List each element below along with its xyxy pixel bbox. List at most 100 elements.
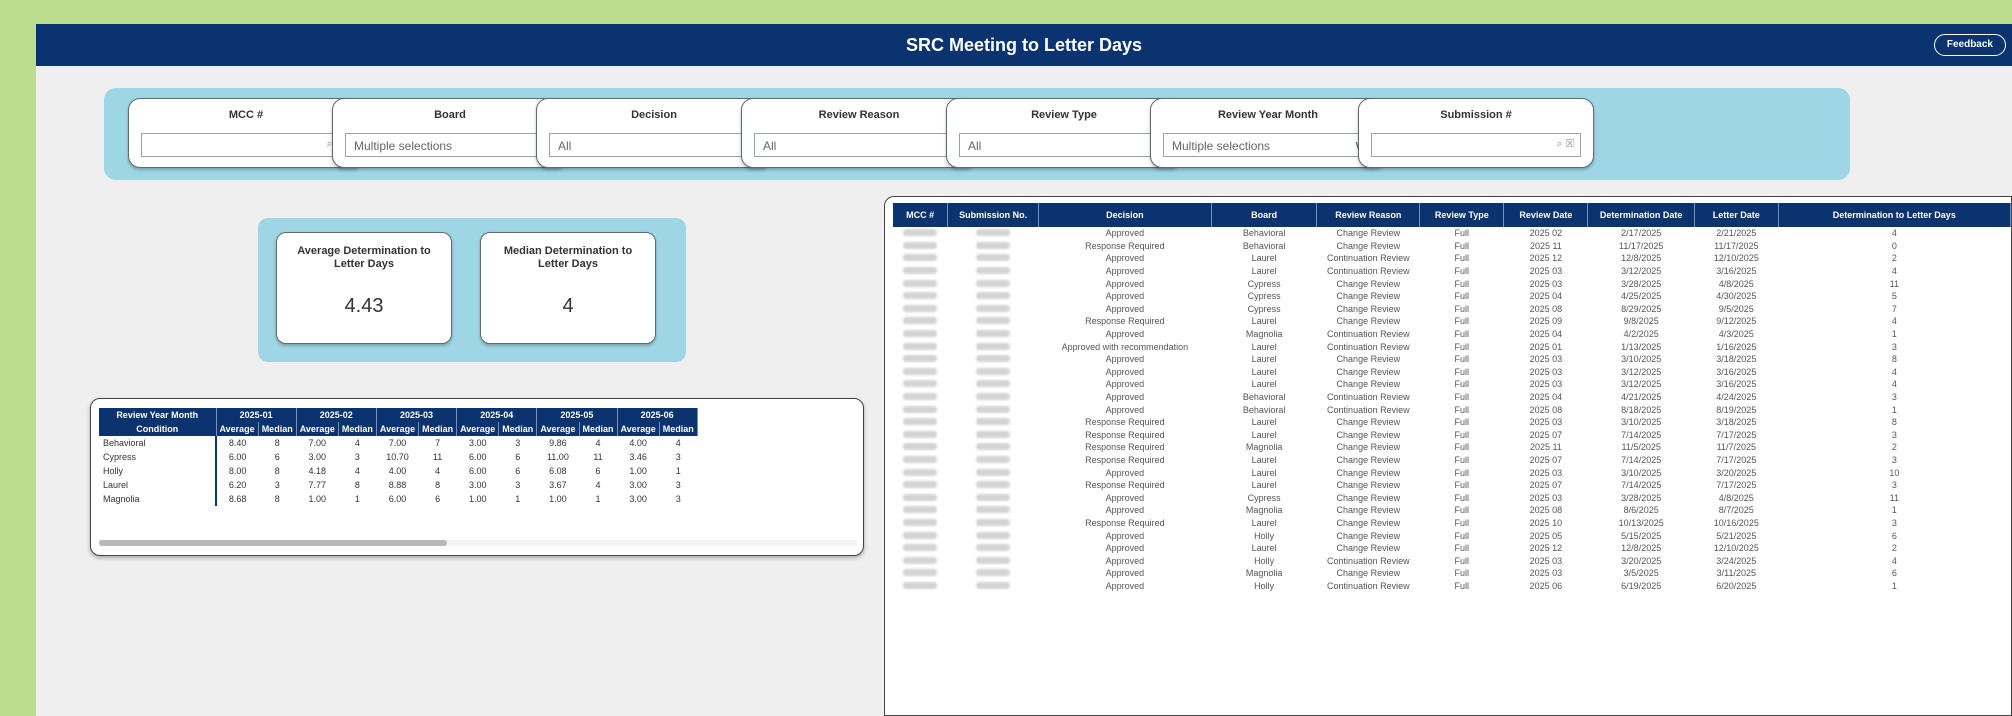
table-cell: Behavioral (1242, 392, 1286, 403)
matrix-cell: 8 (274, 494, 280, 504)
detail-column-header[interactable]: Letter Date (1694, 203, 1779, 227)
matrix-cell: 7.77 (308, 480, 327, 490)
redacted-cell (893, 227, 948, 240)
table-cell: 1 (1891, 329, 1897, 340)
redacted-value (903, 267, 938, 275)
table-cell: 3/11/2025 (1716, 568, 1756, 579)
table-cell: 3/18/2025 (1716, 354, 1757, 365)
matrix-sub-header: Average (536, 422, 580, 436)
table-cell: Full (1454, 329, 1470, 340)
table-cell: 2025 03 (1529, 492, 1563, 503)
redacted-cell (893, 542, 948, 555)
table-cell: Change Review (1336, 454, 1401, 465)
redacted-value (903, 367, 938, 375)
redacted-value (976, 241, 1011, 249)
header-bar: SRC Meeting to Letter Days Feedback (36, 24, 2012, 66)
table-cell: Approved (1105, 303, 1145, 314)
redacted-cell (948, 403, 1039, 416)
filter-dropdown[interactable]: All∨ (959, 133, 1169, 157)
filter-search-input[interactable]: ⌕ ☒ (141, 133, 351, 157)
redacted-value (976, 229, 1011, 237)
table-row: Response Required Laurel Change Review Full… (893, 315, 2011, 328)
table-cell: Approved (1105, 555, 1145, 566)
redacted-cell (948, 303, 1039, 316)
redacted-value (903, 317, 938, 325)
feedback-button[interactable]: Feedback (1933, 34, 2006, 56)
matrix-cell: 4 (595, 438, 601, 448)
table-cell: 2025 04 (1529, 392, 1563, 403)
redacted-cell (893, 303, 948, 316)
filter-label: Board (434, 109, 466, 121)
detail-column-header[interactable]: Decision (1038, 203, 1212, 227)
table-cell: 4/8/2025 (1718, 278, 1754, 289)
redacted-cell (948, 542, 1039, 555)
redacted-cell (893, 580, 948, 593)
matrix-cell: 6.00 (228, 452, 247, 462)
table-cell: 5/15/2025 (1621, 530, 1662, 541)
table-cell: 11/5/2025 (1621, 442, 1661, 453)
detail-column-header[interactable]: Determination Date (1587, 203, 1695, 227)
redacted-value (903, 241, 938, 249)
filter-dropdown[interactable]: Multiple selections∨ (345, 133, 555, 157)
matrix-cell: 1.00 (549, 494, 567, 504)
table-cell: Cypress (1247, 492, 1281, 503)
redacted-cell (893, 454, 948, 467)
table-cell: Full (1454, 480, 1470, 491)
detail-column-header[interactable]: Board (1211, 203, 1318, 227)
detail-column-header[interactable]: Review Type (1419, 203, 1505, 227)
table-row: Approved Laurel Change Review Full 2025 03 3/… (893, 366, 2011, 379)
redacted-cell (893, 441, 948, 454)
table-cell: 1 (1891, 404, 1897, 415)
redacted-cell (893, 315, 948, 328)
table-cell: Response Required (1085, 454, 1165, 465)
filter-search-input[interactable]: ⌕ ☒ (1371, 133, 1581, 157)
matrix-sub-header: Average (456, 422, 500, 436)
matrix-scrollbar-thumb[interactable] (99, 540, 447, 546)
table-cell: 4 (1891, 228, 1897, 239)
redacted-cell (948, 517, 1039, 530)
redacted-cell (948, 391, 1039, 404)
matrix-corner-month: Review Year Month (99, 408, 217, 422)
detail-column-header[interactable]: Review Reason (1316, 203, 1421, 227)
filter-dropdown[interactable]: All∨ (754, 133, 964, 157)
table-cell: Full (1454, 253, 1470, 264)
redacted-value (976, 481, 1011, 489)
matrix-cell: 1 (354, 494, 360, 504)
search-clear-icons[interactable]: ⌕ ☒ (1556, 138, 1574, 151)
matrix-table: Review Year Month 2025-01 2025-02 2025-03 20… (99, 408, 698, 506)
filter-dropdown[interactable]: Multiple selections∨ (1163, 133, 1373, 157)
table-cell: Change Review (1336, 366, 1401, 377)
table-cell: Full (1454, 404, 1470, 415)
matrix-cell: 4 (435, 466, 441, 476)
filter-dropdown[interactable]: All∨ (549, 133, 759, 157)
detail-column-header[interactable]: Determination to Letter Days (1778, 203, 2011, 227)
matrix-cell: 6.00 (388, 494, 407, 504)
detail-column-header[interactable]: Review Date (1503, 203, 1589, 227)
table-cell: Change Review (1336, 278, 1401, 289)
table-cell: 2025 02 (1529, 228, 1563, 239)
table-cell: Laurel (1251, 266, 1277, 277)
table-cell: 9/12/2025 (1716, 316, 1757, 327)
table-cell: Change Review (1336, 228, 1401, 239)
detail-column-header[interactable]: Submission No. (947, 203, 1039, 227)
table-cell: Change Review (1336, 442, 1401, 453)
redacted-value (903, 481, 938, 489)
redacted-cell (948, 290, 1039, 303)
table-cell: Change Review (1336, 316, 1401, 327)
table-cell: Change Review (1336, 492, 1401, 503)
table-cell: Cypress (1247, 278, 1281, 289)
detail-column-header[interactable]: MCC # (893, 203, 949, 227)
table-cell: 4/8/2025 (1718, 492, 1754, 503)
matrix-cell: 1 (515, 494, 521, 504)
table-row: Approved Cypress Change Review Full 2025 04 4… (893, 290, 2011, 303)
table-cell: 8/6/2025 (1623, 505, 1659, 516)
table-cell: 2025 11 (1529, 442, 1562, 453)
table-cell: 3/28/2025 (1621, 492, 1662, 503)
table-row: Approved Laurel Change Review Full 2025 03 3/… (893, 353, 2011, 366)
table-row: Response Required Magnolia Change Review Fu… (893, 441, 2011, 454)
table-row: Approved Behavioral Continuation Review Ful… (893, 391, 2011, 404)
matrix-cell: 8 (354, 480, 360, 490)
table-cell: Approved with recommendation (1061, 341, 1189, 352)
kpi-median-label: Median Determination to Letter Days (503, 245, 633, 270)
table-cell: Full (1454, 392, 1470, 403)
